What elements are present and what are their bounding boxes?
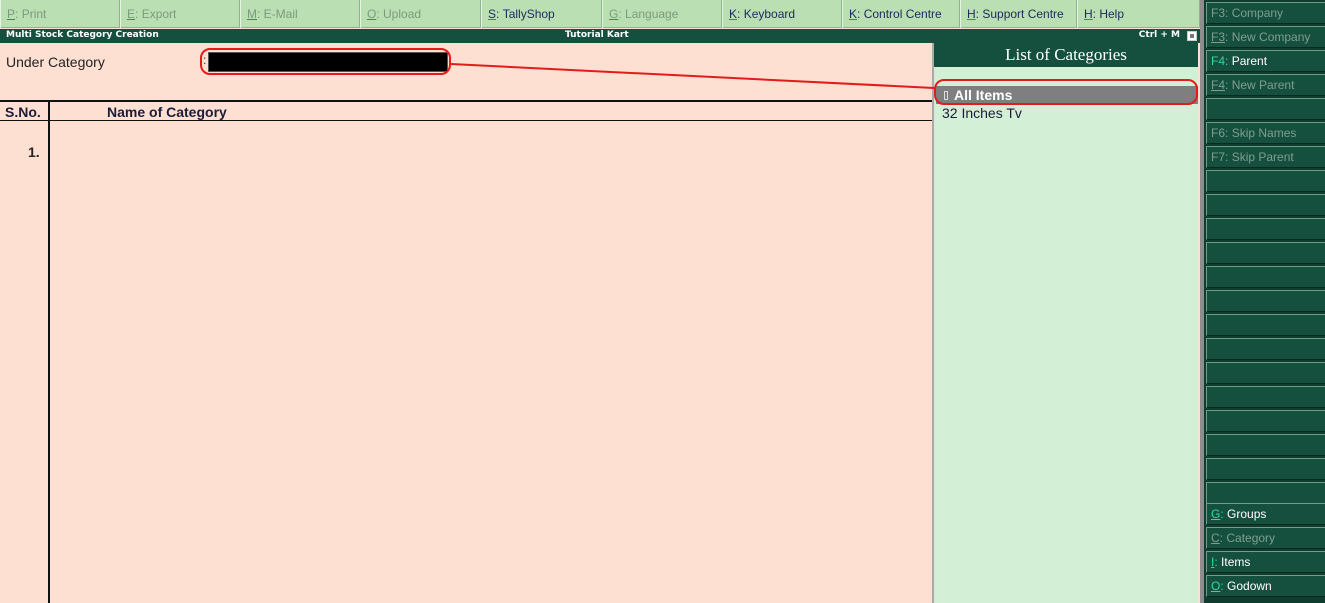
column-header-sno: S.No. [5,104,41,120]
empty-button-slot [1206,458,1325,480]
screen-title: Multi Stock Category Creation [6,30,159,40]
list-item-all-items[interactable]: All Items [936,86,1198,104]
f4-new-parent-label: New Parent [1231,78,1295,92]
support-centre-key: H [967,7,976,21]
minimize-icon[interactable] [1187,31,1197,41]
category-form: Under Category : S.No. Name of Category … [0,43,932,603]
support-centre-label: Support Centre [982,7,1064,21]
list-item-label: 32 Inches Tv [942,105,1022,121]
under-category-colon: : [203,53,207,67]
control-centre-button[interactable]: K: Control Centre [842,0,960,28]
row-serial-number: 1. [28,144,40,160]
godown-label: Godown [1227,579,1272,593]
top-menu-bar: P: Print E: Export M: E-Mail O: Upload S… [0,0,1200,28]
upload-button[interactable]: O: Upload [360,0,481,28]
list-title: List of Categories [934,43,1198,67]
control-centre-key: K [849,7,858,21]
control-centre-label: Control Centre [863,7,942,21]
right-button-panel: F3: Company F3: New Company F4: Parent F… [1200,0,1325,603]
export-label: Export [141,7,177,21]
list-of-categories-panel: List of Categories All Items 32 Inches T… [932,43,1198,603]
export-key: E [127,7,136,21]
column-divider [48,100,50,603]
empty-button-slot [1206,410,1325,432]
print-key: P [7,7,16,21]
f6-key: F6 [1211,126,1226,140]
language-label: Language [625,7,679,21]
empty-button-slot [1206,362,1325,384]
empty-button-slot [1206,290,1325,312]
upload-label: Upload [383,7,422,21]
category-key: C [1211,531,1220,545]
groups-key: G [1211,507,1221,521]
print-label: Print [21,7,47,21]
list-item-label: All Items [954,87,1013,103]
f3-new-company-label: New Company [1231,30,1311,44]
under-category-label: Under Category [6,54,105,70]
empty-button-slot [1206,218,1325,240]
f4-new-parent-button[interactable]: F4: New Parent [1206,74,1325,96]
f7-key: F7 [1211,150,1226,164]
under-category-input[interactable] [208,52,448,72]
f3-company-label: Company [1231,6,1284,20]
tallyshop-key: S [488,7,497,21]
company-name: Tutorial Kart [565,30,629,40]
f3-key: F3 [1211,30,1226,44]
groups-button[interactable]: G: Groups [1206,503,1325,525]
empty-button-slot [1206,194,1325,216]
cursor-marker-icon [944,91,948,100]
empty-button-slot [1206,314,1325,336]
empty-button-slot [1206,98,1325,120]
empty-button-slot [1206,386,1325,408]
f7-skip-parent-button[interactable]: F7: Skip Parent [1206,146,1325,168]
help-label: Help [1099,7,1125,21]
category-label: Category [1226,531,1276,545]
title-bar: Multi Stock Category Creation Tutorial K… [0,29,1200,43]
tallyshop-label: TallyShop [502,7,555,21]
godown-key: O [1211,579,1221,593]
help-button[interactable]: H: Help [1077,0,1200,28]
empty-button-slot [1206,266,1325,288]
items-button[interactable]: I: Items [1206,551,1325,573]
empty-button-slot [1206,434,1325,456]
groups-label: Groups [1227,507,1267,521]
items-label: Items [1221,555,1251,569]
empty-button-slot [1206,482,1325,504]
tallyshop-button[interactable]: S: TallyShop [481,0,602,28]
column-header-name: Name of Category [107,104,227,120]
keyboard-button[interactable]: K: Keyboard [722,0,842,28]
f3-new-company-button[interactable]: F3: New Company [1206,26,1325,48]
godown-button[interactable]: O: Godown [1206,575,1325,597]
f4-key: F4 [1211,78,1226,92]
table-header: S.No. Name of Category [0,100,932,121]
f4-parent-label: Parent [1231,54,1268,68]
language-button[interactable]: G: Language [602,0,722,28]
email-key: M [247,7,257,21]
category-button[interactable]: C: Category [1206,527,1325,549]
f6-skip-names-button[interactable]: F6: Skip Names [1206,122,1325,144]
support-centre-button[interactable]: H: Support Centre [960,0,1077,28]
keyboard-label: Keyboard [743,7,796,21]
language-key: G [609,7,619,21]
f3-company-button[interactable]: F3: Company [1206,2,1325,24]
empty-button-slot [1206,338,1325,360]
empty-button-slot [1206,242,1325,264]
f4-parent-button[interactable]: F4: Parent [1206,50,1325,72]
print-button[interactable]: P: Print [0,0,120,28]
email-button[interactable]: M: E-Mail [240,0,360,28]
help-key: H [1084,7,1093,21]
f7-skip-parent-label: Skip Parent [1231,150,1294,164]
export-button[interactable]: E: Export [120,0,240,28]
f3-key: F3 [1211,6,1226,20]
f6-skip-names-label: Skip Names [1231,126,1297,140]
shortcut-hint: Ctrl + M [1138,30,1180,40]
keyboard-key: K [729,7,738,21]
email-label: E-Mail [263,7,298,21]
empty-button-slot [1206,170,1325,192]
list-item-32-inches-tv[interactable]: 32 Inches Tv [942,105,1022,121]
upload-key: O [367,7,377,21]
f4-key: F4 [1211,54,1226,68]
